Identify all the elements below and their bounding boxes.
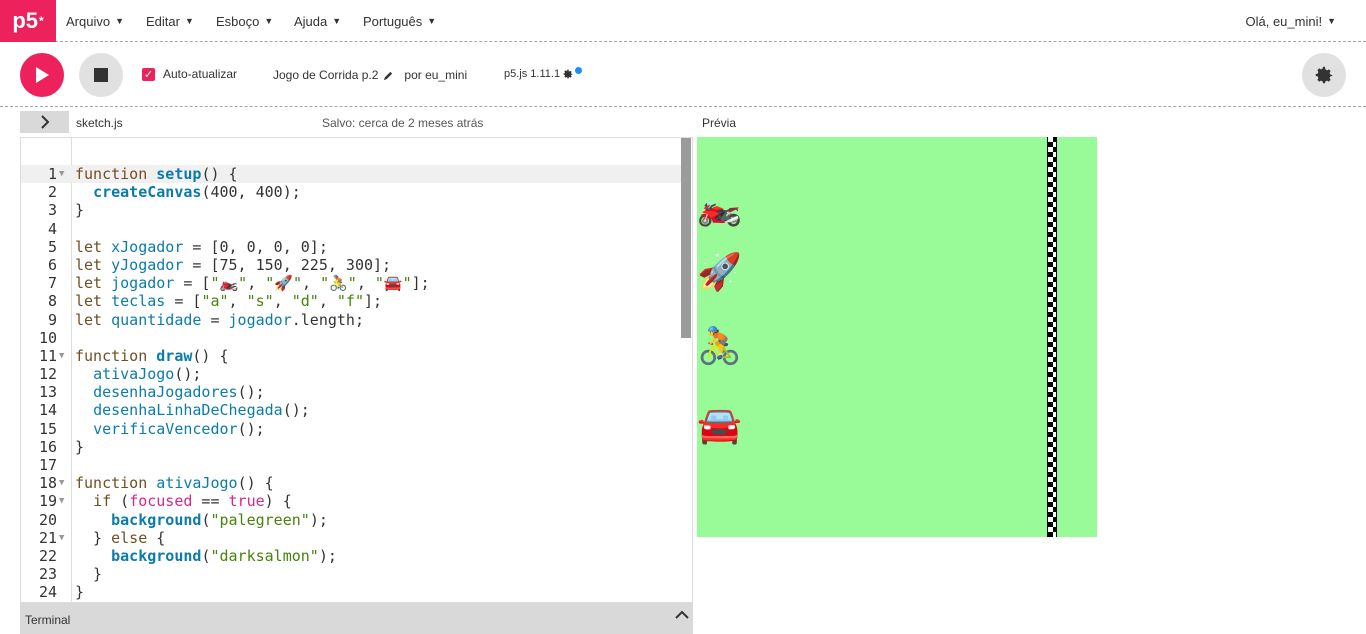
code-line[interactable]: 8 let teclas = ["a", "s", "d", "f"]; [21,292,681,310]
code-line[interactable]: 23 } [21,565,681,583]
play-button[interactable] [20,53,64,97]
code-line[interactable]: 7 let jogador = ["🏍️", "🚀", "🚴", "🚘"]; [21,274,681,292]
code-line[interactable]: 22 background("darksalmon"); [21,547,681,565]
fold-arrow-icon[interactable]: ▼ [59,347,64,365]
code-line[interactable]: 5 let xJogador = [0, 0, 0, 0]; [21,238,681,256]
gear-icon [1315,66,1333,84]
save-status: Salvo: cerca de 2 meses atrás [322,116,484,130]
code-line[interactable]: 10 [21,329,681,347]
editor-scrollbar[interactable] [681,138,691,338]
project-info: Jogo de Corrida p.2 por eu_mini [273,68,467,82]
player-rocket: 🚀 [697,251,742,292]
preview-label: Prévia [702,116,737,130]
code-line[interactable]: 3} [21,201,681,219]
chevron-down-icon: ▼ [184,16,194,26]
code-line[interactable]: 9 let quantidade = jogador.length; [21,311,681,329]
code-line[interactable]: 16} [21,438,681,456]
sidebar-toggle-button[interactable] [20,111,69,133]
gear-icon [563,69,573,79]
player-cyclist: 🚴 [697,325,742,366]
player-motorcycle: 🏍️ [697,186,742,227]
top-menu-bar: p5 * Arquivo ▼ Editar ▼ Esboço ▼ Ajuda ▼ Port… [0,0,1366,42]
chevron-down-icon: ▼ [1327,16,1336,26]
chevron-right-icon [40,115,49,129]
code-line[interactable]: 18 ▼ function ativaJogo() { [21,474,681,492]
menu-edit[interactable]: Editar ▼ [146,0,194,42]
fold-arrow-icon[interactable]: ▼ [59,474,64,492]
p5-logo[interactable]: p5 * [0,0,56,42]
menu-file[interactable]: Arquivo ▼ [66,0,124,42]
code-line[interactable]: 2 createCanvas(400, 400); [21,183,681,201]
auto-refresh-label: Auto-atualizar [163,67,238,81]
code-lines[interactable]: 1 ▼ function setup() { 2 createCanvas(400,… [21,165,681,602]
code-line[interactable]: 20 background("palegreen"); [21,511,681,529]
chevron-down-icon: ▼ [264,16,274,26]
version-info[interactable]: p5.js 1.11.1 [504,67,582,80]
code-line[interactable]: 1 ▼ function setup() { [21,165,681,184]
code-editor[interactable]: 1 ▼ function setup() { 2 createCanvas(400,… [20,137,693,603]
player-car: 🚘 [697,404,742,445]
file-tab[interactable]: sketch.js [76,116,123,130]
code-line[interactable]: 24} [21,583,681,601]
stop-icon [94,68,108,82]
code-line[interactable]: 19 ▼ if (focused == true) { [21,492,681,510]
menu-sketch[interactable]: Esboço ▼ [216,0,273,42]
code-line[interactable]: 15 verificaVencedor(); [21,420,681,438]
menu-language[interactable]: Português ▼ [363,0,436,42]
code-line[interactable]: 13 desenhaJogadores(); [21,383,681,401]
stop-button[interactable] [79,53,123,97]
auto-refresh-toggle[interactable]: ✓ Auto-atualizar [142,67,237,81]
fold-arrow-icon[interactable]: ▼ [59,529,64,547]
chevron-down-icon: ▼ [332,16,342,26]
chevron-up-icon[interactable] [675,610,689,620]
menu-help[interactable]: Ajuda ▼ [294,0,341,42]
code-line[interactable]: 11 ▼ function draw() { [21,347,681,365]
notification-dot [575,67,582,74]
settings-button[interactable] [1302,53,1346,97]
code-line[interactable]: 14 desenhaLinhaDeChegada(); [21,401,681,419]
play-icon [36,67,49,83]
code-line[interactable]: 21 ▼ } else { [21,529,681,547]
toolbar: ✓ Auto-atualizar Jogo de Corrida p.2 por… [0,43,1366,107]
code-line[interactable]: 17 [21,456,681,474]
user-menu[interactable]: Olá, eu_mini! ▼ [1245,0,1336,42]
terminal-label: Terminal [25,613,71,627]
code-line[interactable]: 4 [21,220,681,238]
chevron-down-icon: ▼ [427,16,437,26]
code-line[interactable]: 12 ativaJogo(); [21,365,681,383]
fold-arrow-icon[interactable]: ▼ [59,165,64,183]
project-author: por eu_mini [404,68,468,82]
auto-refresh-checkbox[interactable]: ✓ [142,67,155,81]
version-label: p5.js 1.11.1 [504,68,561,80]
finish-line [1047,137,1057,537]
fold-arrow-icon[interactable]: ▼ [59,492,64,510]
project-name[interactable]: Jogo de Corrida p.2 [273,68,378,82]
code-line[interactable]: 6 let yJogador = [75, 150, 225, 300]; [21,256,681,274]
pencil-icon[interactable] [383,70,394,81]
chevron-down-icon: ▼ [115,16,124,26]
preview-canvas[interactable]: 🏍️ 🚀 🚴 🚘 [697,137,1097,537]
terminal-bar[interactable]: Terminal [20,603,693,634]
